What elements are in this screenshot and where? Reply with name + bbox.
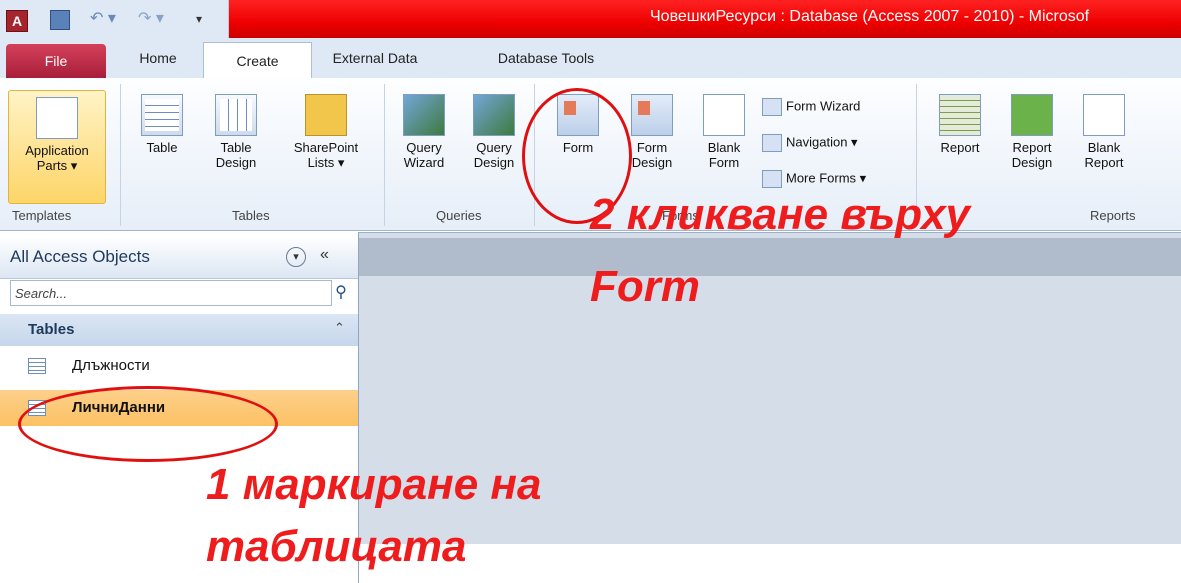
more-forms-button[interactable]: More Forms ▾: [762, 170, 866, 188]
blank-form-icon: [703, 94, 745, 136]
report-design-icon: [1011, 94, 1053, 136]
group-label-tables: Tables: [232, 208, 270, 223]
blank-form-label: Blank Form: [707, 140, 741, 170]
ribbon-tabs: File Home Create External Data Database …: [0, 38, 1181, 79]
query-wizard-button[interactable]: Query Wizard: [392, 94, 456, 170]
group-label-queries: Queries: [436, 208, 482, 223]
application-parts-button[interactable]: Application Parts ▾: [8, 90, 106, 204]
nav-pane-title: All Access Objects: [10, 247, 150, 266]
quick-access-toolbar: A ↶ ▾ ↷ ▾ ▾: [0, 0, 229, 38]
group-divider: [120, 84, 121, 226]
table-label: Table: [146, 140, 178, 155]
blank-report-label: Blank Report: [1084, 140, 1124, 170]
redo-icon[interactable]: ↷ ▾: [138, 8, 164, 28]
form-design-label: Form Design: [631, 140, 673, 170]
more-forms-icon: [762, 170, 782, 188]
tab-create[interactable]: Create: [203, 42, 312, 79]
title-bar: A ↶ ▾ ↷ ▾ ▾ ЧовешкиРесурси : Database (A…: [0, 0, 1181, 38]
workspace-tab-strip: [359, 238, 1181, 276]
group-divider: [384, 84, 385, 226]
report-label: Report: [940, 140, 980, 155]
table-design-icon: [215, 94, 257, 136]
search-icon[interactable]: ⚲: [332, 280, 350, 306]
nav-item-label: Длъжности: [72, 357, 150, 374]
application-parts-label: Application Parts ▾: [25, 143, 89, 173]
application-parts-icon: [36, 97, 78, 139]
tab-database-tools[interactable]: Database Tools: [476, 38, 616, 78]
group-label-reports: Reports: [1090, 208, 1136, 223]
report-button[interactable]: Report: [928, 94, 992, 155]
save-icon[interactable]: [50, 10, 70, 30]
access-app-icon[interactable]: A: [6, 10, 28, 32]
query-design-button[interactable]: Query Design: [462, 94, 526, 170]
navigation-icon: [762, 134, 782, 152]
chevron-up-icon[interactable]: ⌃: [334, 320, 345, 336]
tab-file[interactable]: File: [6, 44, 106, 78]
customize-qat-icon[interactable]: ▾: [196, 12, 202, 26]
sharepoint-lists-label: SharePoint Lists ▾: [293, 140, 359, 170]
table-button[interactable]: Table: [132, 94, 192, 155]
query-design-label: Query Design: [473, 140, 515, 170]
navigation-label: Navigation ▾: [786, 134, 858, 150]
form-wizard-button[interactable]: Form Wizard: [762, 98, 860, 116]
form-design-icon: [631, 94, 673, 136]
table-design-label: Table Design: [215, 140, 257, 170]
sharepoint-lists-button[interactable]: SharePoint Lists ▾: [276, 94, 376, 170]
query-wizard-icon: [403, 94, 445, 136]
report-icon: [939, 94, 981, 136]
annotation-step1-table: таблицата: [206, 522, 467, 571]
table-icon: [141, 94, 183, 136]
table-design-button[interactable]: Table Design: [204, 94, 268, 170]
nav-pane-header[interactable]: All Access Objects ▾ «: [0, 238, 358, 279]
query-wizard-label: Query Wizard: [403, 140, 445, 170]
nav-item-table[interactable]: Длъжности: [0, 348, 358, 384]
tables-group-header[interactable]: Tables ⌃: [0, 314, 358, 346]
report-design-label: Report Design: [1011, 140, 1053, 170]
blank-report-icon: [1083, 94, 1125, 136]
undo-icon[interactable]: ↶ ▾: [90, 8, 116, 28]
annotation-step1: 1 маркиране на: [206, 460, 542, 509]
navigation-button[interactable]: Navigation ▾: [762, 134, 858, 152]
collapse-pane-icon[interactable]: «: [320, 246, 329, 264]
window-title: ЧовешкиРесурси : Database (Access 2007 -…: [650, 8, 1090, 25]
blank-report-button[interactable]: Blank Report: [1072, 94, 1136, 170]
annotation-step2-form: Form: [590, 262, 700, 311]
tab-external-data[interactable]: External Data: [320, 38, 430, 78]
sharepoint-icon: [305, 94, 347, 136]
report-design-button[interactable]: Report Design: [1000, 94, 1064, 170]
tab-home[interactable]: Home: [118, 38, 198, 78]
annotation-step2: 2 кликване върху: [590, 190, 971, 239]
blank-form-button[interactable]: Blank Form: [692, 94, 756, 170]
more-forms-label: More Forms ▾: [786, 170, 867, 186]
search-input[interactable]: Search...: [10, 280, 332, 306]
tables-group-label: Tables: [28, 321, 75, 338]
chevron-down-icon[interactable]: ▾: [286, 247, 306, 267]
group-label-templates: Templates: [12, 208, 72, 223]
highlight-ellipse-table: [18, 386, 278, 462]
form-wizard-label: Form Wizard: [786, 98, 861, 114]
form-wizard-icon: [762, 98, 782, 116]
query-design-icon: [473, 94, 515, 136]
table-icon: [28, 358, 46, 374]
